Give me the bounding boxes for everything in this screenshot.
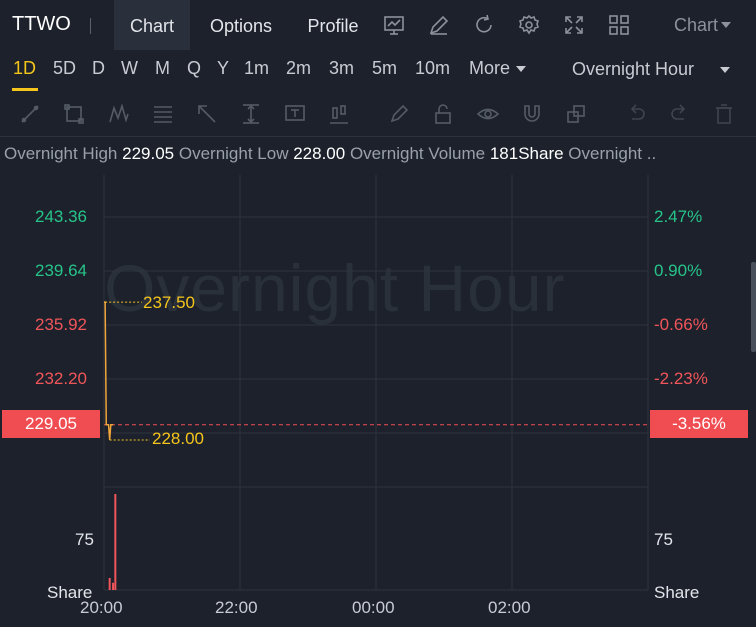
time-tick-3: 02:00 [488, 598, 531, 617]
lock-icon[interactable] [431, 102, 455, 126]
overnight-low-label: Overnight Low [178, 144, 289, 163]
price-line [104, 301, 114, 441]
volume-tick-left: 75 [75, 530, 94, 549]
indicator-chart-icon[interactable] [382, 13, 406, 37]
timeframe-q[interactable]: Q [187, 58, 201, 79]
timeframe-y[interactable]: Y [217, 58, 229, 79]
brush-icon[interactable] [387, 102, 411, 126]
draw-pen-icon[interactable] [427, 13, 451, 37]
chevron-down-icon[interactable] [516, 66, 526, 72]
undo-icon[interactable] [624, 102, 648, 126]
trend-line-icon[interactable] [18, 102, 42, 126]
low-annotation: 228.00 [152, 429, 204, 448]
volume-bar [114, 494, 117, 590]
chevron-down-icon[interactable] [720, 67, 730, 73]
settings-gear-icon[interactable] [517, 13, 541, 37]
scrollbar[interactable] [751, 262, 756, 352]
trash-icon[interactable] [712, 102, 736, 126]
tab-profile[interactable]: Profile [294, 0, 372, 50]
chevron-down-icon[interactable] [721, 22, 731, 28]
timeframe-1m[interactable]: 1m [244, 58, 269, 79]
timeframe-w[interactable]: W [121, 58, 138, 79]
magnet-icon[interactable] [520, 102, 544, 126]
rectangle-icon[interactable] [62, 102, 86, 126]
toolbar-divider [0, 136, 756, 137]
timeframe-m[interactable]: M [155, 58, 170, 79]
pattern-icon[interactable] [107, 102, 131, 126]
text-icon[interactable] [283, 102, 307, 126]
tab-chart[interactable]: Chart [114, 0, 190, 50]
high-annotation: 237.50 [143, 293, 195, 312]
price-tick-1: 239.64 [35, 261, 87, 280]
overnight-high-value: 229.05 [122, 144, 175, 163]
refresh-icon[interactable] [472, 13, 496, 37]
fullscreen-icon[interactable] [562, 13, 586, 37]
price-tick-3: 232.20 [35, 369, 87, 388]
price-chart[interactable] [0, 175, 756, 627]
time-tick-1: 22:00 [215, 598, 258, 617]
overnight-volume-value: 181Share [489, 144, 564, 163]
timeframe-3m[interactable]: 3m [329, 58, 354, 79]
measure-icon[interactable] [239, 102, 263, 126]
overnight-stats-bar: Overnight High 229.05 Overnight Low 228.… [4, 144, 756, 168]
tab-options[interactable]: Options [196, 0, 286, 50]
redo-icon[interactable] [668, 102, 692, 126]
volume-tick-right: 75 [654, 530, 673, 549]
time-tick-0: 20:00 [80, 598, 123, 617]
volume-bar [108, 578, 111, 590]
overnight-low-value: 228.00 [293, 144, 346, 163]
volume-unit-right: Share [654, 583, 700, 602]
chart-type-select[interactable]: Chart [674, 15, 718, 36]
pct-tick-1: 0.90% [654, 261, 703, 280]
timeframe-1d[interactable]: 1D [13, 58, 36, 79]
timeframe-5d[interactable]: 5D [53, 58, 76, 79]
current-pct-badge: -3.56% [650, 410, 748, 438]
pct-tick-3: -2.23% [654, 369, 708, 388]
active-timeframe-underline [12, 88, 38, 91]
pct-tick-0: 2.47% [654, 207, 703, 226]
current-price-badge: 229.05 [2, 410, 100, 438]
session-select[interactable]: Overnight Hour [572, 59, 694, 80]
overnight-more-label: Overnight .. [568, 144, 657, 163]
time-tick-2: 00:00 [352, 598, 395, 617]
timeframe-2m[interactable]: 2m [286, 58, 311, 79]
price-tick-2: 235.92 [35, 315, 87, 334]
timeframe-5m[interactable]: 5m [372, 58, 397, 79]
symbol-title: TTWO [12, 13, 71, 35]
timeframe-more[interactable]: More [469, 58, 510, 79]
group-icon[interactable] [564, 102, 588, 126]
timeframe-10m[interactable]: 10m [415, 58, 450, 79]
overnight-high-label: Overnight High [4, 144, 118, 163]
arrow-icon[interactable] [195, 102, 219, 126]
divider [90, 18, 91, 34]
timeframe-d[interactable]: D [92, 58, 105, 79]
overnight-volume-label: Overnight Volume [349, 144, 486, 163]
eye-icon[interactable] [476, 102, 500, 126]
pct-tick-2: -0.66% [654, 315, 708, 334]
layout-grid-icon[interactable] [607, 13, 631, 37]
position-icon[interactable] [327, 102, 351, 126]
price-tick-0: 243.36 [35, 207, 87, 226]
fib-icon[interactable] [151, 102, 175, 126]
volume-bar [112, 582, 115, 590]
